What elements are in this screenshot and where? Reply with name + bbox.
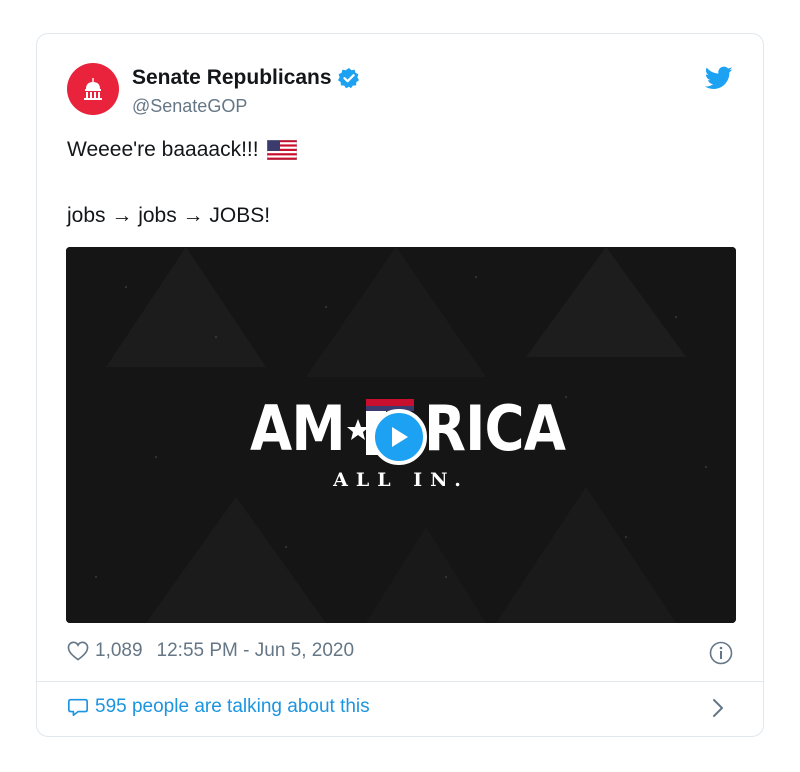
handle[interactable]: @SenateGOP <box>132 96 247 117</box>
chevron-right-icon[interactable] <box>711 697 725 719</box>
conversation-text[interactable]: 595 people are talking about this <box>95 696 370 718</box>
capitol-dome-icon <box>84 78 102 100</box>
tweet-card[interactable]: Senate Republicans @SenateGOP Weeee're b… <box>36 33 764 737</box>
display-name[interactable]: Senate Republicans <box>132 66 332 90</box>
conversation-link[interactable]: 595 people are talking about this <box>67 696 370 718</box>
avatar[interactable] <box>67 63 119 115</box>
reply-bubble-icon <box>68 698 88 717</box>
video-player[interactable]: AM RICA ALL IN. <box>66 247 736 623</box>
tweet-text: Weeee're baaaack!!! <box>67 138 259 161</box>
us-flag-icon <box>266 140 297 160</box>
tweet-text-line-2: jobs → jobs → JOBS! <box>67 204 271 227</box>
play-icon <box>392 427 408 447</box>
tweet-footer: 1,089 12:55 PM - Jun 5, 2020 <box>67 640 354 662</box>
video-title-left: AM <box>250 392 346 465</box>
video-title-right: RICA <box>424 392 566 465</box>
heart-icon <box>67 641 89 661</box>
verified-badge-icon <box>337 68 359 89</box>
video-tagline: ALL IN. <box>333 469 469 491</box>
timestamp[interactable]: 12:55 PM - Jun 5, 2020 <box>157 640 355 662</box>
tweet-text-line-1: Weeee're baaaack!!! <box>67 138 297 162</box>
twitter-bird-icon[interactable] <box>705 64 733 92</box>
like-button[interactable]: 1,089 <box>67 640 143 662</box>
author-name-row[interactable]: Senate Republicans <box>132 66 360 90</box>
info-icon[interactable] <box>709 641 733 665</box>
play-button[interactable] <box>371 409 427 465</box>
like-count: 1,089 <box>95 640 143 661</box>
divider <box>37 681 763 682</box>
